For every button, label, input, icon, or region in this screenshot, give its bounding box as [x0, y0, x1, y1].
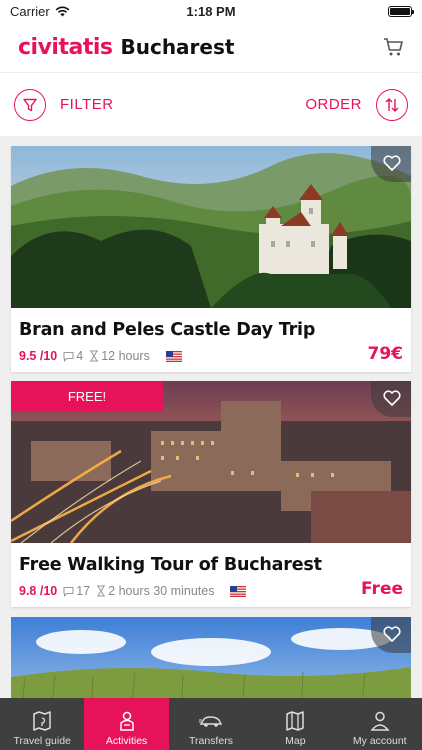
activity-card[interactable]: Bran and Peles Castle Day Trip 9.5 /10 4…: [11, 146, 411, 372]
activity-card[interactable]: FREE! Free Walking Tour of Bucharest 9.8…: [11, 381, 411, 607]
duration: 2 hours 30 minutes: [96, 584, 214, 598]
tab-label: Transfers: [188, 735, 233, 747]
comment-icon: [63, 586, 74, 597]
activity-price: 79€: [367, 344, 404, 364]
rating: 9.5 /10: [19, 349, 58, 363]
tab-label: Map: [285, 735, 306, 747]
reviews: 4: [63, 349, 83, 363]
filter-label[interactable]: FILTER: [60, 96, 114, 113]
tab-travel-guide[interactable]: Travel guide: [0, 698, 84, 750]
tab-label: Activities: [105, 735, 148, 747]
tab-label: Travel guide: [13, 735, 71, 747]
filter-button[interactable]: FILTER: [14, 88, 114, 121]
heart-icon: [383, 390, 401, 406]
tab-activities[interactable]: Activities: [84, 698, 169, 750]
duration: 12 hours: [89, 349, 150, 363]
order-label[interactable]: ORDER: [305, 96, 362, 113]
reviews: 17: [63, 584, 90, 598]
tab-my-account[interactable]: My account: [338, 698, 422, 750]
filter-bar: FILTER ORDER: [0, 72, 422, 136]
activity-title[interactable]: Bran and Peles Castle Day Trip: [19, 320, 315, 340]
review-count: 17: [76, 584, 91, 598]
review-count: 4: [76, 349, 84, 363]
heart-icon: [383, 155, 401, 171]
duration-text: 2 hours 30 minutes: [108, 584, 215, 598]
heart-icon: [383, 626, 401, 642]
carrier-label: Carrier: [10, 3, 50, 19]
sort-icon: [385, 97, 399, 112]
comment-icon: [63, 351, 74, 362]
page-title: Bucharest: [120, 35, 235, 59]
brand-logo[interactable]: civitatis: [18, 35, 113, 60]
hourglass-icon: [90, 350, 99, 362]
hourglass-icon: [97, 585, 106, 597]
duration-text: 12 hours: [101, 349, 150, 363]
map-book-icon: [33, 711, 51, 731]
activity-title[interactable]: Free Walking Tour of Bucharest: [19, 555, 322, 575]
activity-price: Free: [361, 579, 403, 599]
tab-transfers[interactable]: Transfers: [169, 698, 253, 750]
filter-icon: [23, 98, 37, 111]
wifi-icon: [55, 6, 70, 16]
rating: 9.8 /10: [19, 584, 58, 598]
person-icon: [119, 711, 134, 731]
cart-icon[interactable]: [382, 36, 404, 58]
free-badge: FREE!: [11, 381, 163, 411]
car-icon: [198, 716, 223, 727]
us-flag-icon: [165, 350, 182, 362]
activity-meta: 9.5 /10 4 12 hours: [19, 349, 182, 363]
tab-label: My account: [352, 735, 407, 747]
status-bar: Carrier 1:18 PM: [0, 0, 422, 22]
activity-image-bran-castle[interactable]: [11, 146, 411, 308]
app-header: civitatis Bucharest: [0, 22, 422, 72]
map-icon: [286, 711, 305, 731]
status-left: Carrier: [10, 4, 70, 19]
filter-icon-circle[interactable]: [14, 88, 46, 121]
battery-icon: [388, 5, 414, 17]
order-icon-circle[interactable]: [376, 88, 408, 121]
us-flag-icon: [230, 585, 247, 597]
tab-bar: Travel guide Activities Transfers Map My…: [0, 698, 422, 750]
tab-map[interactable]: Map: [253, 698, 337, 750]
activity-meta: 9.8 /10 17 2 hours 30 minutes: [19, 584, 247, 598]
order-button[interactable]: ORDER: [305, 88, 408, 121]
account-icon: [370, 711, 390, 731]
